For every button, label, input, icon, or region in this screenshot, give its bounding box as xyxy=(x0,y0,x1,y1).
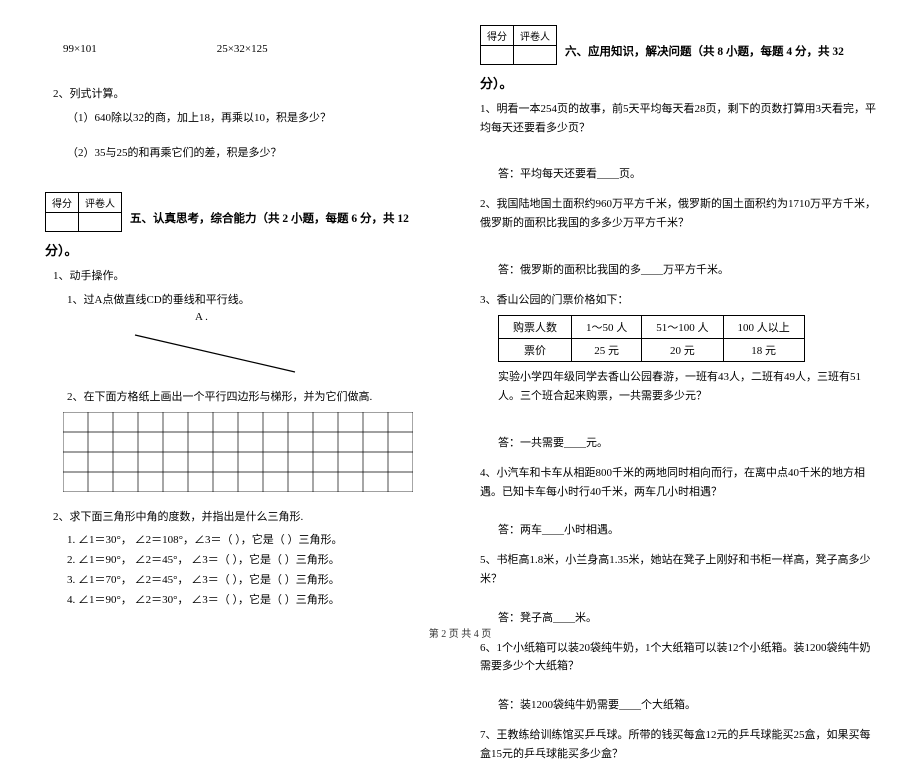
section-5-title-b: 分）。 xyxy=(45,240,430,259)
th-r3: 100 人以上 xyxy=(723,316,804,339)
q6-7: 7、王教练给训练馆买乒乓球。所带的钱买每盒12元的乒乓球能买25盒，如果买每盒1… xyxy=(480,726,880,763)
a6-3: 答：一共需要____元。 xyxy=(498,434,880,450)
section-6-title: 六、应用知识，解决问题（共 8 小题，每题 4 分，共 32 xyxy=(565,25,844,59)
grader-value-r xyxy=(514,46,556,64)
expr-2: 25×32×125 xyxy=(217,43,268,55)
th-people: 购票人数 xyxy=(499,316,572,339)
math-expressions: 99×101 25×32×125 xyxy=(45,43,430,55)
score-box-r: 得分 评卷人 xyxy=(480,25,557,65)
a6-2: 答：俄罗斯的面积比我国的多____万平方千米。 xyxy=(498,261,880,277)
q2-sub-b: （2）35与25的和再乘它们的差，积是多少？ xyxy=(67,144,430,164)
point-a-label: A . xyxy=(195,311,430,323)
q6-6: 6、1个小纸箱可以装20袋纯牛奶，1个大纸箱可以装12个小纸箱。装1200袋纯牛… xyxy=(480,639,880,676)
angle-row-3: 3. ∠1＝70°， ∠2＝45°， ∠3＝（ ），它是（ ）三角形。 xyxy=(67,571,430,591)
q6-4: 4、小汽车和卡车从相距800千米的两地同时相向而行，在离中点40千米的地方相遇。… xyxy=(480,464,880,501)
table-row: 购票人数 1～50 人 51～100 人 100 人以上 xyxy=(499,316,805,339)
q6-1: 1、明看一本254页的故事，前5天平均每天看28页，剩下的页数打算用3天看完，平… xyxy=(480,100,880,137)
a6-6: 答：装1200袋纯牛奶需要____个大纸箱。 xyxy=(498,696,880,712)
angle-list: 1. ∠1＝30°， ∠2＝108°，∠3＝（ ），它是（ ）三角形。 2. ∠… xyxy=(45,531,430,610)
grader-label-r: 评卷人 xyxy=(514,26,556,46)
score-label-r: 得分 xyxy=(481,26,513,46)
section-5-title: 五、认真思考，综合能力（共 2 小题，每题 6 分，共 12 xyxy=(130,192,409,226)
a6-5: 答：凳子高____米。 xyxy=(498,609,880,625)
q6-5: 5、书柜高1.8米，小兰身高1.35米，她站在凳子上刚好和书柜一样高，凳子高多少… xyxy=(480,551,880,588)
score-box: 得分 评卷人 xyxy=(45,192,122,232)
td-v3: 18 元 xyxy=(723,339,804,362)
table-row: 票价 25 元 20 元 18 元 xyxy=(499,339,805,362)
q6-3: 3、香山公园的门票价格如下： xyxy=(480,291,880,310)
right-column: 得分 评卷人 六、应用知识，解决问题（共 8 小题，每题 4 分，共 32 分）… xyxy=(460,0,920,650)
expr-1: 99×101 xyxy=(63,43,97,55)
s5q1-title: 1、动手操作。 xyxy=(53,267,430,286)
q2-sub-a: （1）640除以32的商，加上18，再乘以10，积是多少？ xyxy=(67,109,430,129)
line-cd-diagram xyxy=(125,327,305,377)
score-label: 得分 xyxy=(46,193,78,213)
s5q2-title: 2、求下面三角形中角的度数，并指出是什么三角形. xyxy=(53,508,430,527)
left-column: 99×101 25×32×125 2、列式计算。 （1）640除以32的商，加上… xyxy=(0,0,460,650)
angle-row-2: 2. ∠1＝90°， ∠2＝45°， ∠3＝（ ），它是（ ）三角形。 xyxy=(67,551,430,571)
td-price: 票价 xyxy=(499,339,572,362)
grader-label: 评卷人 xyxy=(79,193,121,213)
q6-3b: 实验小学四年级同学去香山公园春游，一班有43人，二班有49人，三班有51人。三个… xyxy=(498,368,880,405)
q6-2: 2、我国陆地国土面积约960万平方千米，俄罗斯的国土面积约为1710万平方千米，… xyxy=(480,195,880,232)
td-v1: 25 元 xyxy=(572,339,642,362)
score-value-r xyxy=(481,46,513,64)
section-6-header: 得分 评卷人 六、应用知识，解决问题（共 8 小题，每题 4 分，共 32 xyxy=(480,25,880,65)
s5q1-a: 1、过A点做直线CD的垂线和平行线。 xyxy=(67,291,430,311)
angle-row-1: 1. ∠1＝30°， ∠2＝108°，∠3＝（ ），它是（ ）三角形。 xyxy=(67,531,430,551)
th-r1: 1～50 人 xyxy=(572,316,642,339)
s5q1-b: 2、在下面方格纸上画出一个平行四边形与梯形，并为它们做高. xyxy=(67,388,430,408)
angle-row-4: 4. ∠1＝90°， ∠2＝30°， ∠3＝（ ），它是（ ）三角形。 xyxy=(67,591,430,611)
q2-title: 2、列式计算。 xyxy=(53,85,430,104)
a6-1: 答：平均每天还要看____页。 xyxy=(498,165,880,181)
ticket-price-table: 购票人数 1～50 人 51～100 人 100 人以上 票价 25 元 20 … xyxy=(498,315,805,362)
section-5-header: 得分 评卷人 五、认真思考，综合能力（共 2 小题，每题 6 分，共 12 xyxy=(45,192,430,232)
page-footer: 第 2 页 共 4 页 xyxy=(0,625,920,640)
grid-paper xyxy=(63,412,413,492)
td-v2: 20 元 xyxy=(642,339,723,362)
section-6-title-b: 分）。 xyxy=(480,73,880,92)
score-value xyxy=(46,213,78,231)
th-r2: 51～100 人 xyxy=(642,316,723,339)
grader-value xyxy=(79,213,121,231)
a6-4: 答：两车____小时相遇。 xyxy=(498,521,880,537)
